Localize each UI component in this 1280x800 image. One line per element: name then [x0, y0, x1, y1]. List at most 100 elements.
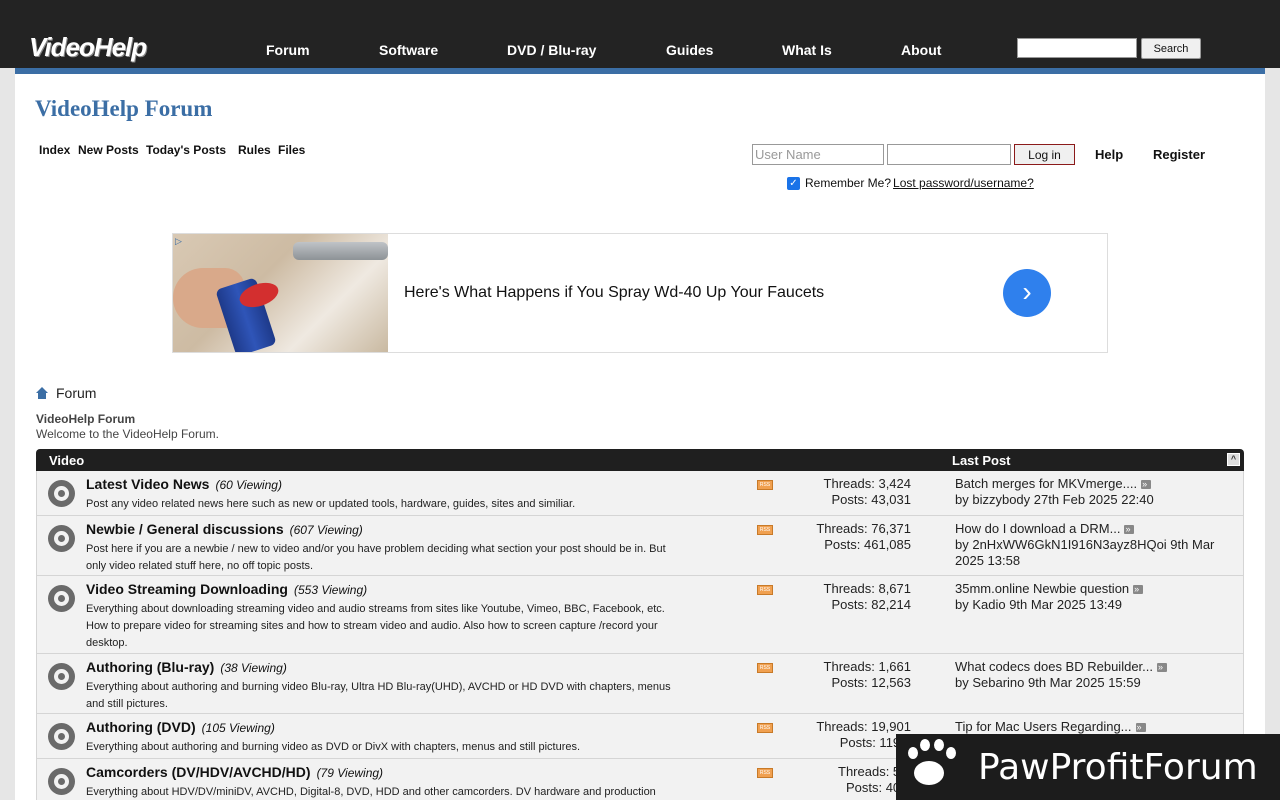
table-row: Latest Video News (60 Viewing) Post any v…	[36, 471, 1244, 516]
forum-status-icon	[48, 525, 75, 552]
forum-desc: Post any video related news here such as…	[86, 498, 576, 510]
page-wrapper: VideoHelp Forum Software DVD / Blu-ray G…	[15, 0, 1265, 800]
forum-name[interactable]: Newbie / General discussions (607 Viewing…	[86, 521, 363, 537]
last-post-title[interactable]: What codecs does BD Rebuilder...	[955, 659, 1153, 674]
subnav-todays-posts[interactable]: Today's Posts	[146, 143, 226, 157]
last-post-by[interactable]: by 2nHxWW6GkN1I916N3ayz8HQoi 9th Mar 202…	[955, 537, 1225, 569]
threads-count: Threads: 5,4	[838, 764, 911, 779]
table-row: Newbie / General discussions (607 Viewing…	[36, 516, 1244, 576]
forum-status-icon	[48, 768, 75, 795]
header-last-post: Last Post	[952, 453, 1011, 468]
rss-icon[interactable]: RSS	[757, 663, 773, 673]
last-post-title[interactable]: 35mm.online Newbie question	[955, 581, 1129, 596]
threads-count: Threads: 3,424	[823, 476, 911, 491]
posts-count: Posts: 119,6	[839, 735, 911, 750]
rss-icon[interactable]: RSS	[757, 585, 773, 595]
help-link[interactable]: Help	[1095, 147, 1123, 162]
search-button[interactable]: Search	[1141, 38, 1201, 59]
forum-name-text[interactable]: Video Streaming Downloading	[86, 581, 288, 597]
search-input[interactable]	[1017, 38, 1137, 58]
rss-icon[interactable]: RSS	[757, 768, 773, 778]
forum-name[interactable]: Latest Video News (60 Viewing)	[86, 476, 282, 492]
rss-icon[interactable]: RSS	[757, 480, 773, 490]
forum-desc: Everything about authoring and burning v…	[86, 741, 581, 753]
forum-name-text[interactable]: Newbie / General discussions	[86, 521, 284, 537]
go-to-post-icon[interactable]	[1157, 659, 1167, 675]
section-desc: Welcome to the VideoHelp Forum.	[36, 427, 219, 441]
last-post: 35mm.online Newbie questionby Kadio 9th …	[955, 581, 1225, 613]
forum-name[interactable]: Authoring (DVD) (105 Viewing)	[86, 719, 275, 735]
lost-password-link[interactable]: Lost password/username?	[893, 176, 1034, 190]
nav-what-is[interactable]: What Is	[782, 42, 832, 58]
subnav-new-posts[interactable]: New Posts	[78, 143, 139, 157]
faucet-shape	[293, 242, 388, 260]
viewing-count: (38 Viewing)	[220, 661, 287, 675]
last-post: How do I download a DRM...by 2nHxWW6GkN1…	[955, 521, 1225, 569]
last-post-by[interactable]: by Kadio 9th Mar 2025 13:49	[955, 597, 1225, 613]
threads-count: Threads: 76,371	[816, 521, 911, 536]
register-link[interactable]: Register	[1153, 147, 1205, 162]
viewing-count: (105 Viewing)	[201, 721, 275, 735]
nav-forum[interactable]: Forum	[266, 42, 310, 58]
go-to-post-icon[interactable]	[1124, 521, 1135, 537]
last-post-title[interactable]: Tip for Mac Users Regarding...	[955, 719, 1132, 734]
rss-icon[interactable]: RSS	[757, 525, 773, 535]
subnav-index[interactable]: Index	[39, 143, 70, 157]
forum-stats: Threads: 76,371 Posts: 461,085	[777, 521, 911, 553]
last-post-by[interactable]: by bizzybody 27th Feb 2025 22:40	[955, 492, 1225, 508]
chevron-right-icon[interactable]: ›	[1003, 269, 1051, 317]
forum-name[interactable]: Video Streaming Downloading (553 Viewing)	[86, 581, 367, 597]
password-input[interactable]	[887, 144, 1011, 165]
forum-name[interactable]: Authoring (Blu-ray) (38 Viewing)	[86, 659, 287, 675]
rss-icon[interactable]: RSS	[757, 723, 773, 733]
nav-software[interactable]: Software	[379, 42, 438, 58]
posts-count: Posts: 40,0	[845, 780, 911, 795]
login-button[interactable]: Log in	[1014, 144, 1075, 165]
viewing-count: (60 Viewing)	[215, 478, 282, 492]
remember-me: ✓ Remember Me? Lost password/username?	[787, 176, 1034, 190]
forum-name-text[interactable]: Latest Video News	[86, 476, 209, 492]
table-row: Video Streaming Downloading (553 Viewing)…	[36, 576, 1244, 654]
collapse-icon[interactable]: ^	[1227, 453, 1240, 466]
site-header: VideoHelp Forum Software DVD / Blu-ray G…	[15, 0, 1265, 68]
threads-count: Threads: 19,901	[816, 719, 911, 734]
ad-headline[interactable]: Here's What Happens if You Spray Wd-40 U…	[404, 284, 824, 302]
forum-status-icon	[48, 663, 75, 690]
breadcrumb-forum[interactable]: Forum	[56, 385, 96, 401]
section-title: VideoHelp Forum	[36, 412, 136, 426]
go-to-post-icon[interactable]	[1135, 719, 1146, 735]
forum-desc: Post here if you are a newbie / new to v…	[86, 543, 666, 572]
nav-about[interactable]: About	[901, 42, 941, 58]
go-to-post-icon[interactable]	[1133, 581, 1144, 597]
last-post-title[interactable]: Batch merges for MKVmerge....	[955, 476, 1137, 491]
username-input[interactable]: User Name	[752, 144, 884, 165]
page-title[interactable]: VideoHelp Forum	[35, 96, 212, 122]
last-post-title[interactable]: How do I download a DRM...	[955, 521, 1120, 536]
header-video[interactable]: Video	[49, 453, 84, 468]
subnav-files[interactable]: Files	[278, 143, 305, 157]
advertisement[interactable]: ▷ Here's What Happens if You Spray Wd-40…	[172, 233, 1108, 353]
forum-name[interactable]: Camcorders (DV/HDV/AVCHD/HD) (79 Viewing)	[86, 764, 383, 780]
home-icon[interactable]	[36, 387, 48, 399]
nav-guides[interactable]: Guides	[666, 42, 713, 58]
forum-name-text[interactable]: Authoring (DVD)	[86, 719, 196, 735]
forum-name-text[interactable]: Authoring (Blu-ray)	[86, 659, 214, 675]
threads-count: Threads: 1,661	[823, 659, 911, 674]
breadcrumb: Forum	[36, 385, 96, 401]
remember-checkbox[interactable]: ✓	[787, 176, 800, 190]
watermark-banner[interactable]: PawProfitForum	[896, 734, 1280, 800]
forum-desc: Everything about HDV/DV/miniDV, AVCHD, D…	[86, 786, 656, 798]
forum-name-text[interactable]: Camcorders (DV/HDV/AVCHD/HD)	[86, 764, 311, 780]
forum-stats: Threads: 8,671 Posts: 82,214	[777, 581, 911, 613]
last-post: What codecs does BD Rebuilder...by Sebar…	[955, 659, 1225, 691]
ad-image[interactable]: ▷	[173, 234, 388, 352]
site-logo[interactable]: VideoHelp	[29, 32, 147, 63]
go-to-post-icon[interactable]	[1141, 476, 1152, 492]
last-post: Tip for Mac Users Regarding...	[955, 719, 1225, 735]
nav-dvd-bluray[interactable]: DVD / Blu-ray	[507, 42, 596, 58]
last-post-by[interactable]: by Sebarino 9th Mar 2025 15:59	[955, 675, 1225, 691]
posts-count: Posts: 82,214	[831, 597, 912, 612]
posts-count: Posts: 43,031	[831, 492, 912, 507]
adchoices-icon[interactable]: ▷	[175, 236, 182, 247]
subnav-rules[interactable]: Rules	[238, 143, 271, 157]
